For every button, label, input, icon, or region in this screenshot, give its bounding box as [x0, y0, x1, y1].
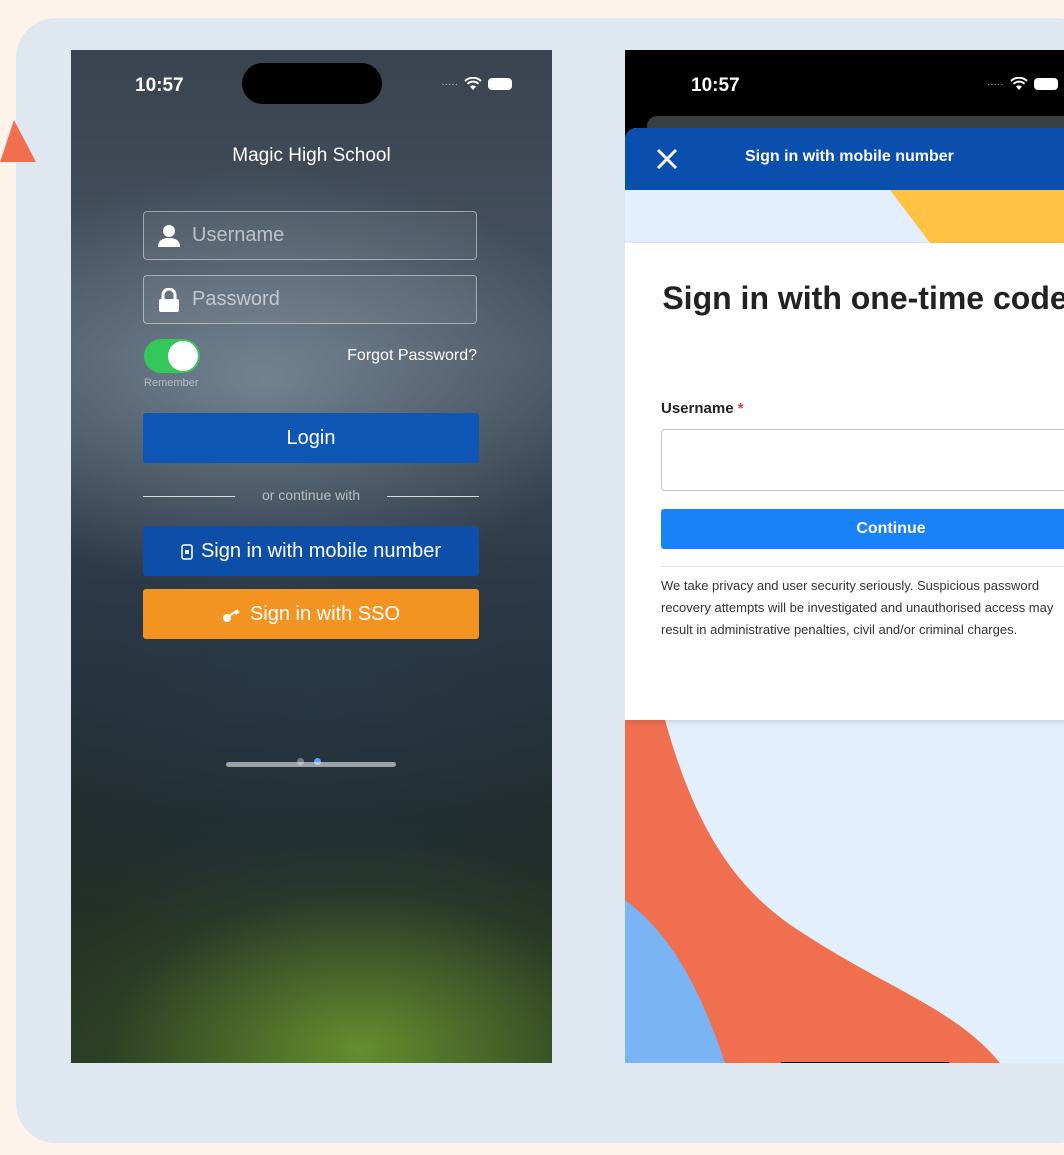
status-icons: ····· [987, 77, 1058, 91]
decorative-triangle [0, 120, 36, 162]
phone-icon [181, 543, 193, 560]
continue-label: Continue [856, 520, 926, 537]
username-label: Username * [661, 400, 744, 417]
signal-icon: ····· [987, 78, 1004, 90]
forgot-password-link[interactable]: Forgot Password? [347, 347, 477, 365]
remember-toggle[interactable] [144, 339, 200, 373]
status-time: 10:57 [135, 75, 184, 96]
or-continue-divider: or continue with [143, 487, 479, 505]
home-indicator [780, 1062, 950, 1063]
divider-text: or continue with [261, 487, 361, 503]
wifi-icon [464, 77, 482, 90]
showcase-stage: 10:57 ····· Magic High School Username P… [0, 0, 1064, 1155]
phone-login-screen: 10:57 ····· Magic High School Username P… [71, 50, 552, 1063]
toggle-knob [168, 341, 198, 371]
otp-card: Sign in with one-time code Username * Co… [625, 243, 1064, 720]
battery-icon [488, 78, 512, 90]
key-icon [222, 608, 240, 622]
remember-label: Remember [144, 377, 199, 389]
sign-in-mobile-button[interactable]: Sign in with mobile number [143, 526, 479, 576]
separator [661, 566, 1064, 567]
sheet-header: Sign in with mobile number [625, 128, 1064, 190]
login-button[interactable]: Login [143, 413, 479, 463]
otp-sheet: Sign in with mobile number Sign in with … [625, 128, 1064, 1063]
username-label-text: Username [661, 400, 734, 417]
signal-icon: ····· [441, 78, 458, 90]
person-icon [158, 225, 180, 247]
close-icon[interactable] [653, 145, 681, 173]
card-title: Sign in with one-time code [662, 280, 1064, 316]
continue-button[interactable]: Continue [661, 509, 1064, 549]
password-placeholder: Password [192, 288, 280, 310]
wifi-icon [1009, 77, 1028, 90]
dynamic-island [242, 63, 382, 104]
status-icons: ····· [441, 77, 512, 91]
username-input[interactable] [661, 429, 1064, 491]
status-time: 10:57 [691, 75, 740, 96]
username-field[interactable]: Username [143, 211, 477, 260]
password-field[interactable]: Password [143, 275, 477, 324]
required-marker: * [737, 400, 744, 417]
username-placeholder: Username [192, 224, 285, 246]
sign-in-mobile-label: Sign in with mobile number [200, 540, 442, 562]
home-indicator [226, 762, 396, 767]
sign-in-sso-label: Sign in with SSO [249, 603, 401, 625]
privacy-notice: We take privacy and user security seriou… [661, 578, 1054, 637]
school-name: Magic High School [232, 145, 391, 166]
lock-icon [159, 288, 179, 312]
sheet-title: Sign in with mobile number [745, 148, 954, 165]
phone-otp-screen: 10:57 ····· Sign in with mobile number S… [625, 50, 1064, 1063]
battery-icon [1033, 78, 1058, 90]
sign-in-sso-button[interactable]: Sign in with SSO [143, 589, 479, 639]
